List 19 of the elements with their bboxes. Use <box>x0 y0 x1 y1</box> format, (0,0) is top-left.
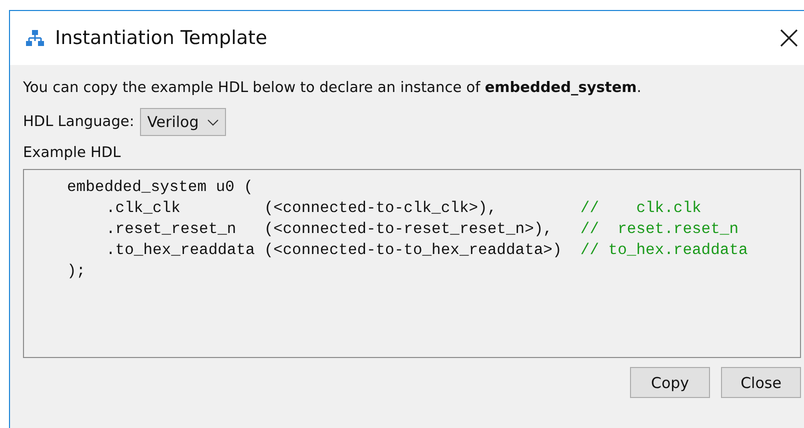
chevron-down-icon <box>206 118 219 126</box>
code-line: .clk_clk (<connected-to-clk_clk>), <box>106 198 498 219</box>
example-label: Example HDL <box>23 145 121 161</box>
code-line: .reset_reset_n (<connected-to-reset_reset_n>), <box>106 219 554 240</box>
close-icon[interactable] <box>780 29 798 47</box>
close-button[interactable]: Close <box>721 367 801 398</box>
intro-text: You can copy the example HDL below to declare an instance of embedded_system. <box>23 80 642 96</box>
code-line: embedded_system u0 ( <box>67 177 254 198</box>
language-dropdown[interactable]: Verilog <box>140 108 226 136</box>
window-title: Instantiation Template <box>55 27 268 49</box>
hierarchy-icon <box>25 29 45 47</box>
code-line: ); <box>67 261 86 282</box>
copy-button[interactable]: Copy <box>630 367 710 398</box>
code-line: .to_hex_readdata (<connected-to-to_hex_readdata>) <box>106 240 563 261</box>
language-label: HDL Language: <box>23 114 134 130</box>
code-area[interactable] <box>23 169 801 358</box>
code-comment: // clk.clk <box>580 198 702 219</box>
code-comment: // reset.reset_n <box>580 219 739 240</box>
code-comment: // to_hex.readdata <box>580 240 748 261</box>
